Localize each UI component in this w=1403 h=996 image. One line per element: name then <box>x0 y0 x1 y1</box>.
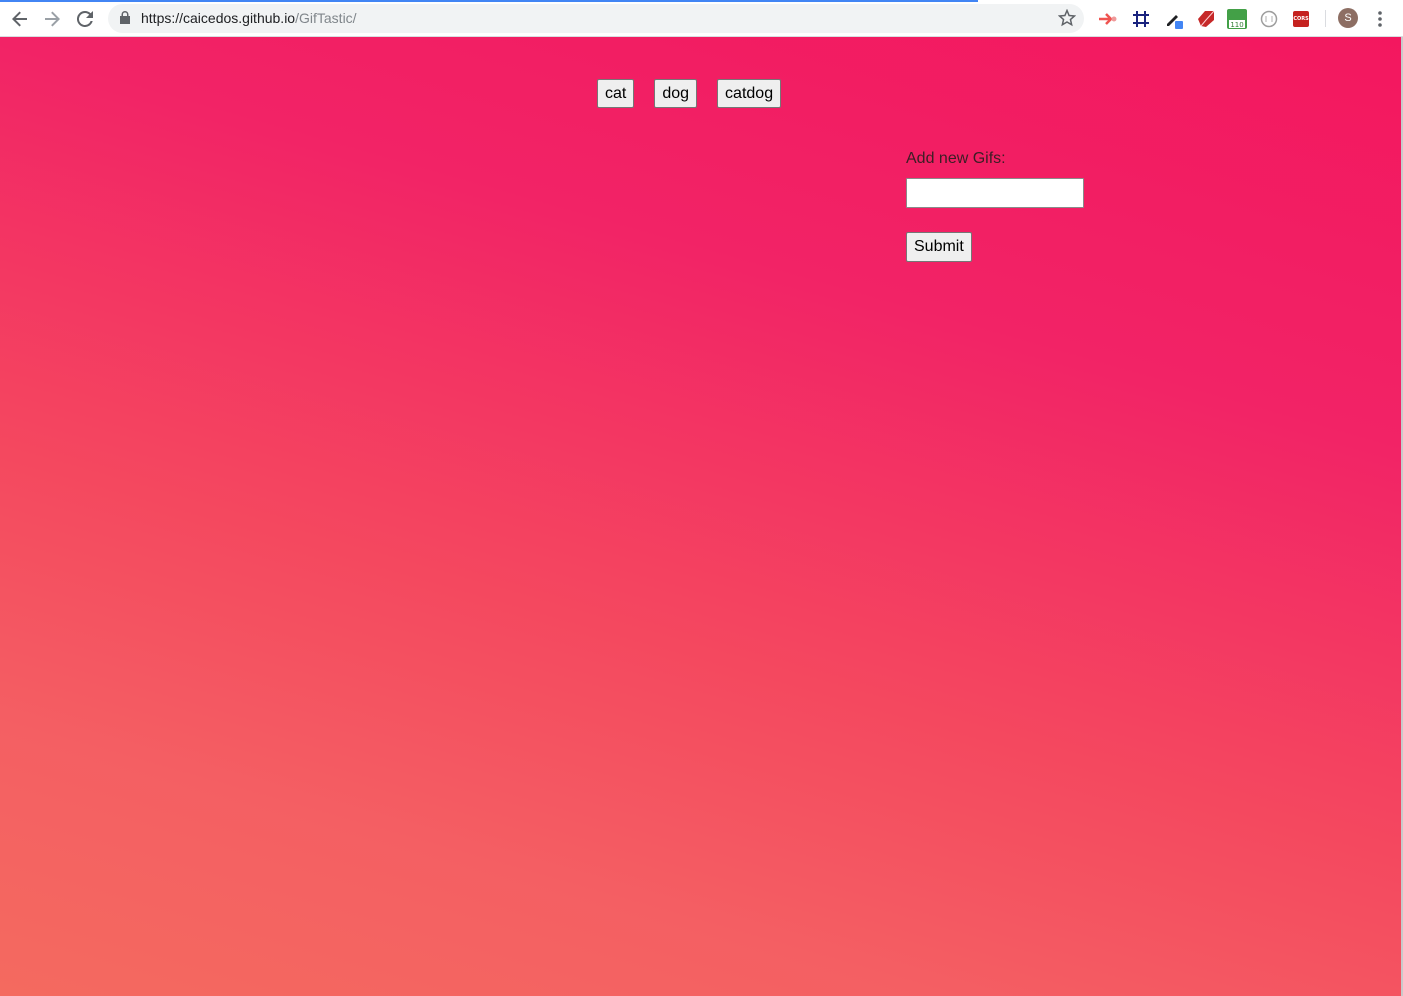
reload-button[interactable] <box>73 7 97 31</box>
reload-icon <box>77 11 93 27</box>
add-gif-label: Add new Gifs: <box>906 150 1006 167</box>
url-host: https://caicedos.github.io <box>141 10 296 26</box>
arrow-left-icon <box>12 11 27 27</box>
counter-badge-icon[interactable]: 110 <box>1227 9 1247 29</box>
circle-ext-icon[interactable] <box>1259 9 1279 29</box>
lock-icon <box>120 11 130 24</box>
topic-button-dog[interactable]: dog <box>654 79 698 108</box>
topic-button-bar: cat dog catdog <box>597 79 782 108</box>
grid-frame-icon[interactable] <box>1131 9 1151 29</box>
forward-button[interactable] <box>40 7 64 31</box>
topic-button-cat[interactable]: cat <box>597 79 635 108</box>
arrow-right-icon <box>45 11 60 27</box>
page-load-progress <box>0 0 978 2</box>
submit-button[interactable]: Submit <box>906 232 972 262</box>
back-button[interactable] <box>8 7 32 31</box>
svg-text:110: 110 <box>1230 21 1243 29</box>
ruby-icon[interactable] <box>1196 9 1216 29</box>
address-bar[interactable]: https://caicedos.github.io/GifTastic/ <box>108 4 1084 33</box>
eyedropper-icon[interactable] <box>1164 9 1184 29</box>
bookmark-star-icon[interactable] <box>1058 9 1076 27</box>
browser-toolbar: https://caicedos.github.io/GifTastic/ 11… <box>0 0 1403 37</box>
gif-topic-input[interactable] <box>906 178 1084 208</box>
url-text: https://caicedos.github.io/GifTastic/ <box>141 10 357 26</box>
cors-icon[interactable]: CORS <box>1291 9 1311 29</box>
profile-avatar[interactable]: S <box>1338 8 1358 28</box>
add-gif-form: Add new Gifs: Submit <box>906 150 1084 262</box>
more-menu-icon[interactable] <box>1372 9 1388 29</box>
toolbar-divider <box>1325 10 1326 27</box>
jump-arrow-icon[interactable] <box>1098 9 1118 29</box>
url-path: /GifTastic/ <box>295 10 357 26</box>
topic-button-catdog[interactable]: catdog <box>717 79 782 108</box>
page-content: cat dog catdog Add new Gifs: Submit <box>0 37 1403 996</box>
